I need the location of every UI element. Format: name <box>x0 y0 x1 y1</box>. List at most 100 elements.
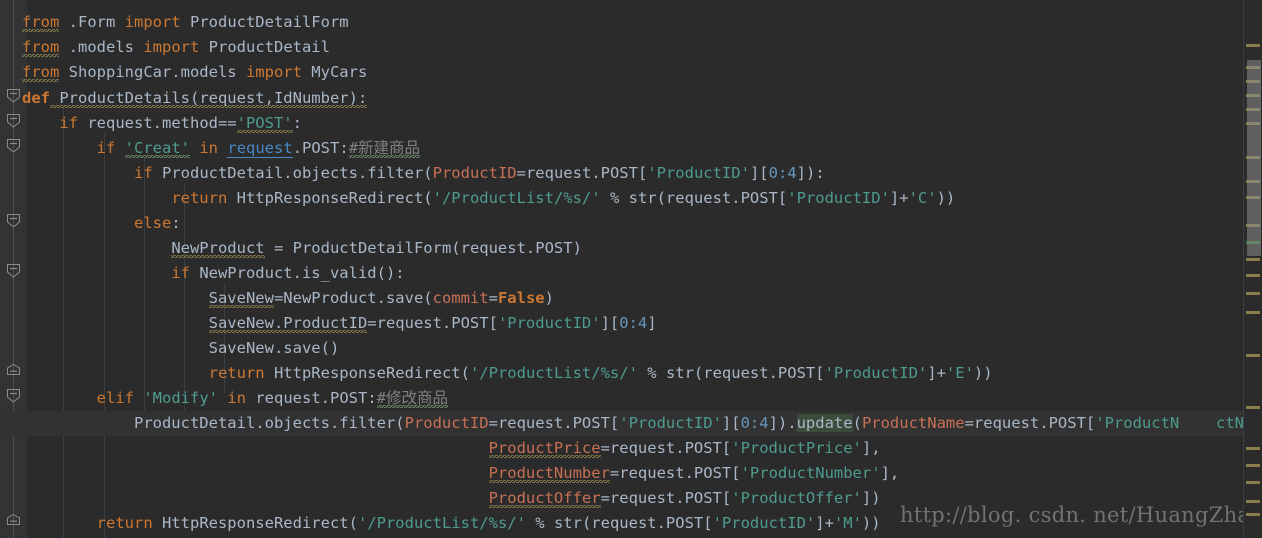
token-id: ProductDetails <box>50 89 190 108</box>
token-id: request.method== <box>78 114 237 132</box>
token-kw: if <box>171 264 190 282</box>
code-line-content: ProductPrice=request.POST['ProductPrice'… <box>0 436 881 461</box>
token-id: ]+ <box>889 189 909 207</box>
token-id: SaveNew.save() <box>208 339 340 357</box>
token-kw: elif <box>96 389 134 407</box>
token-id <box>22 414 134 432</box>
error-stripe-marker-11[interactable] <box>1246 258 1260 261</box>
token-id: ][ <box>600 314 620 332</box>
token-id <box>22 114 59 132</box>
token-id: ], <box>861 439 881 457</box>
token-id: NewProduct.is_valid(): <box>189 264 405 282</box>
token-id <box>22 339 209 357</box>
token-id: ProductDetail.objects.filter( <box>152 164 433 182</box>
code-line[interactable]: SaveNew.ProductID=request.POST['ProductI… <box>0 311 1262 336</box>
code-line[interactable]: from .models import ProductDetail <box>0 35 1262 60</box>
error-stripe-marker-12[interactable] <box>1246 274 1260 277</box>
token-id: .models <box>59 38 144 56</box>
token-id <box>190 139 199 157</box>
token-kwb: False <box>497 289 545 307</box>
token-id: HttpResponseRedirect( <box>152 514 358 532</box>
scrollbar-minimap[interactable] <box>1243 0 1262 538</box>
token-id: ][ <box>721 414 741 432</box>
token-id: ProductDetail.objects.filter( <box>133 414 405 432</box>
token-id: =request.POST[ <box>964 414 1096 432</box>
error-stripe-marker-13[interactable] <box>1246 292 1260 295</box>
token-param: ProductOffer <box>488 489 601 508</box>
token-link: request <box>227 139 293 158</box>
token-id: HttpResponseRedirect( <box>227 189 433 207</box>
token-kw: import <box>124 13 181 31</box>
token-str: 'M' <box>833 514 862 532</box>
code-line[interactable]: SaveNew=NewProduct.save(commit=False) <box>0 286 1262 311</box>
token-kw: else <box>133 214 172 232</box>
token-id: % <box>525 514 554 532</box>
token-id <box>218 389 227 407</box>
token-kw: in <box>227 389 246 407</box>
code-line[interactable]: NewProduct = ProductDetailForm(request.P… <box>0 236 1262 261</box>
code-line[interactable]: from ShoppingCar.models import MyCars <box>0 60 1262 85</box>
token-kw: return <box>208 364 265 382</box>
code-line[interactable]: ProductPrice=request.POST['ProductPrice'… <box>0 436 1262 461</box>
error-stripe-marker-15[interactable] <box>1246 354 1260 357</box>
code-line-content: from .Form import ProductDetailForm <box>0 10 349 35</box>
code-line[interactable]: if ProductDetail.objects.filter(ProductI… <box>0 161 1262 186</box>
code-line[interactable]: if request.method=='POST': <box>0 111 1262 136</box>
token-kw: if <box>96 139 116 157</box>
token-id <box>134 389 143 407</box>
code-line[interactable]: elif 'Modify' in request.POST:#修改商品 <box>0 386 1262 411</box>
token-str: 'ProductID' <box>647 164 750 182</box>
token-param: ProductPrice <box>488 439 601 458</box>
token-id <box>22 214 134 232</box>
code-line[interactable]: SaveNew.save() <box>0 336 1262 361</box>
error-stripe-marker-21[interactable] <box>1246 513 1260 516</box>
code-line-content: from .models import ProductDetail <box>0 35 330 60</box>
code-editor[interactable]: from .Form import ProductDetailForm from … <box>0 0 1262 538</box>
token-id <box>22 364 209 382</box>
token-id: (request,IdNumber): <box>189 89 368 108</box>
token-str: '/ProductList/%s/' <box>432 189 601 207</box>
code-text-area[interactable]: from .Form import ProductDetailForm from … <box>0 0 1262 538</box>
code-line[interactable]: return HttpResponseRedirect('/ProductLis… <box>0 186 1262 211</box>
code-line-content: SaveNew.ProductID=request.POST['ProductI… <box>0 311 657 336</box>
code-line-content: return HttpResponseRedirect('/ProductLis… <box>0 511 881 536</box>
error-stripe-marker-18[interactable] <box>1246 464 1260 467</box>
code-line[interactable]: def ProductDetails(request,IdNumber): <box>0 86 1262 111</box>
token-num: 0:4 <box>768 164 797 182</box>
error-stripe-marker-19[interactable] <box>1246 481 1260 484</box>
error-stripe-marker-17[interactable] <box>1246 447 1260 450</box>
token-id <box>22 489 489 507</box>
token-id: SaveNew.ProductID <box>208 314 368 333</box>
code-line-content: ProductOffer=request.POST['ProductOffer'… <box>0 486 881 511</box>
token-id: =request.POST[ <box>516 164 648 182</box>
code-line[interactable]: if NewProduct.is_valid(): <box>0 261 1262 286</box>
error-stripe-marker-20[interactable] <box>1246 500 1260 503</box>
token-id: : <box>171 214 181 232</box>
token-id: =request.POST[ <box>600 489 732 507</box>
token-id: % <box>637 364 666 382</box>
token-kw: from <box>22 63 60 82</box>
code-line-content: elif 'Modify' in request.POST:#修改商品 <box>0 386 448 411</box>
token-id: ProductDetail <box>199 38 330 56</box>
token-param: ProductName <box>861 414 965 432</box>
token-id: ]): <box>796 164 825 182</box>
code-line[interactable]: if 'Creat' in request.POST:#新建商品 <box>0 136 1262 161</box>
token-cmt: #新建商品 <box>348 139 421 158</box>
token-param: ProductID <box>432 164 517 182</box>
code-line[interactable]: else: <box>0 211 1262 236</box>
minimap-text-fragment: ctN <box>1216 414 1244 432</box>
token-str: '/ProductList/%s/' <box>357 514 526 532</box>
code-line[interactable]: from .Form import ProductDetailForm <box>0 10 1262 35</box>
error-stripe-marker-14[interactable] <box>1246 311 1260 314</box>
token-kw: import <box>143 38 200 56</box>
token-id: )) <box>936 189 956 207</box>
code-line[interactable]: ProductNumber=request.POST['ProductNumbe… <box>0 461 1262 486</box>
code-line[interactable]: return HttpResponseRedirect('/ProductLis… <box>0 361 1262 386</box>
token-id <box>115 139 124 157</box>
code-line[interactable]: ProductDetail.objects.filter(ProductID=r… <box>0 411 1262 436</box>
token-id <box>22 289 209 307</box>
error-stripe-marker-0[interactable] <box>1246 44 1260 47</box>
token-str: 'Creat' <box>124 139 190 158</box>
error-stripe-marker-16[interactable] <box>1246 406 1260 409</box>
vertical-scrollbar-thumb[interactable] <box>1247 60 1261 256</box>
